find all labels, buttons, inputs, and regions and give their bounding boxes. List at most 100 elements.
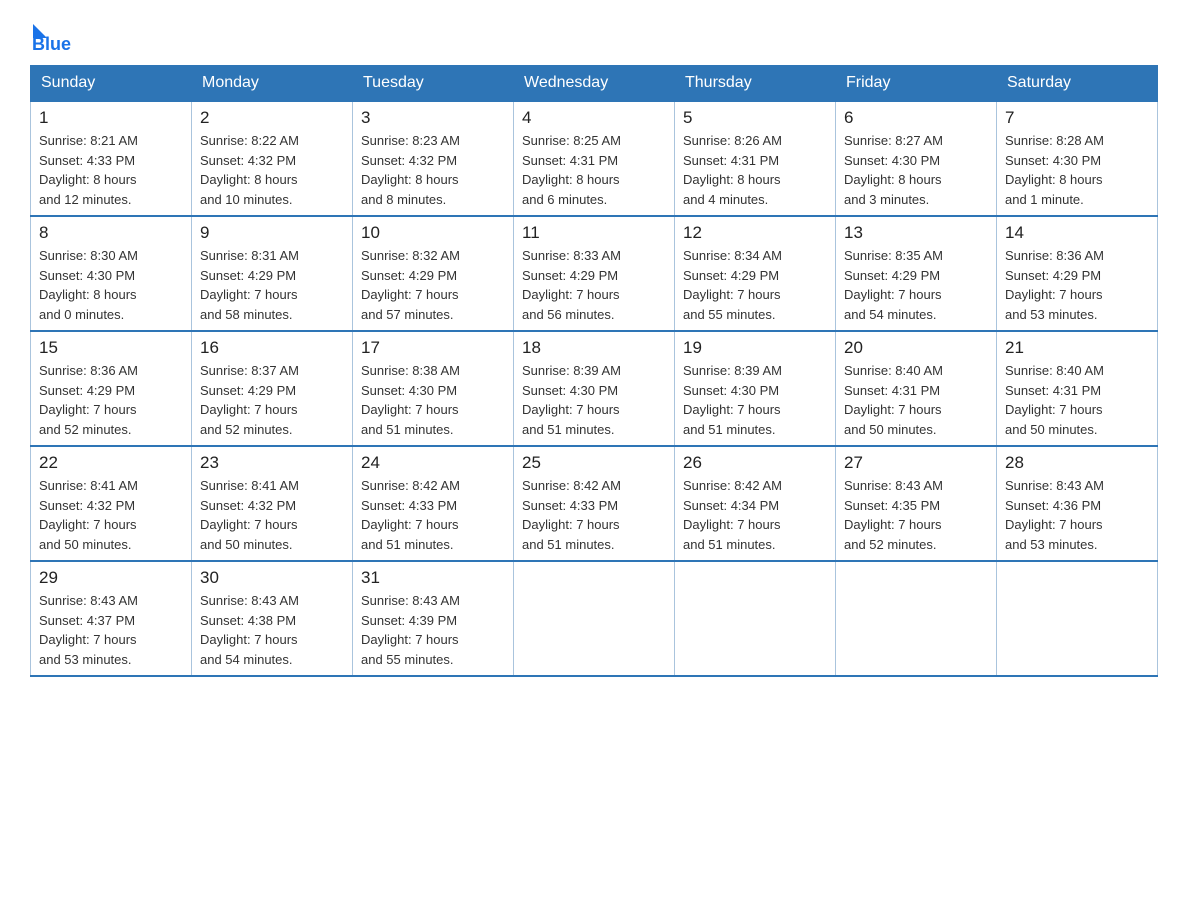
day-info: Sunrise: 8:42 AMSunset: 4:33 PMDaylight:… [361, 476, 505, 554]
calendar-week-row: 22 Sunrise: 8:41 AMSunset: 4:32 PMDaylig… [31, 446, 1158, 561]
calendar-cell: 11 Sunrise: 8:33 AMSunset: 4:29 PMDaylig… [514, 216, 675, 331]
day-info: Sunrise: 8:38 AMSunset: 4:30 PMDaylight:… [361, 361, 505, 439]
day-number: 27 [844, 453, 988, 473]
day-number: 25 [522, 453, 666, 473]
day-number: 5 [683, 108, 827, 128]
day-number: 4 [522, 108, 666, 128]
day-info: Sunrise: 8:31 AMSunset: 4:29 PMDaylight:… [200, 246, 344, 324]
day-info: Sunrise: 8:43 AMSunset: 4:37 PMDaylight:… [39, 591, 183, 669]
day-number: 10 [361, 223, 505, 243]
day-info: Sunrise: 8:40 AMSunset: 4:31 PMDaylight:… [844, 361, 988, 439]
calendar-cell: 31 Sunrise: 8:43 AMSunset: 4:39 PMDaylig… [353, 561, 514, 676]
day-number: 1 [39, 108, 183, 128]
header-wednesday: Wednesday [514, 66, 675, 102]
day-info: Sunrise: 8:32 AMSunset: 4:29 PMDaylight:… [361, 246, 505, 324]
day-info: Sunrise: 8:21 AMSunset: 4:33 PMDaylight:… [39, 131, 183, 209]
calendar-cell: 9 Sunrise: 8:31 AMSunset: 4:29 PMDayligh… [192, 216, 353, 331]
logo-underline: Blue [32, 34, 71, 55]
calendar-cell: 6 Sunrise: 8:27 AMSunset: 4:30 PMDayligh… [836, 101, 997, 216]
day-info: Sunrise: 8:42 AMSunset: 4:33 PMDaylight:… [522, 476, 666, 554]
day-number: 16 [200, 338, 344, 358]
calendar-week-row: 8 Sunrise: 8:30 AMSunset: 4:30 PMDayligh… [31, 216, 1158, 331]
calendar-cell [997, 561, 1158, 676]
calendar-cell: 7 Sunrise: 8:28 AMSunset: 4:30 PMDayligh… [997, 101, 1158, 216]
day-info: Sunrise: 8:39 AMSunset: 4:30 PMDaylight:… [522, 361, 666, 439]
day-info: Sunrise: 8:28 AMSunset: 4:30 PMDaylight:… [1005, 131, 1149, 209]
day-number: 17 [361, 338, 505, 358]
calendar-cell: 18 Sunrise: 8:39 AMSunset: 4:30 PMDaylig… [514, 331, 675, 446]
header-sunday: Sunday [31, 66, 192, 102]
header-saturday: Saturday [997, 66, 1158, 102]
day-info: Sunrise: 8:41 AMSunset: 4:32 PMDaylight:… [200, 476, 344, 554]
logo: Blue [30, 20, 71, 55]
day-number: 13 [844, 223, 988, 243]
day-info: Sunrise: 8:43 AMSunset: 4:38 PMDaylight:… [200, 591, 344, 669]
day-number: 29 [39, 568, 183, 588]
calendar-cell: 13 Sunrise: 8:35 AMSunset: 4:29 PMDaylig… [836, 216, 997, 331]
calendar-week-row: 29 Sunrise: 8:43 AMSunset: 4:37 PMDaylig… [31, 561, 1158, 676]
day-info: Sunrise: 8:26 AMSunset: 4:31 PMDaylight:… [683, 131, 827, 209]
day-number: 20 [844, 338, 988, 358]
page-header: Blue [30, 20, 1158, 55]
calendar-cell: 8 Sunrise: 8:30 AMSunset: 4:30 PMDayligh… [31, 216, 192, 331]
day-number: 26 [683, 453, 827, 473]
calendar-cell: 24 Sunrise: 8:42 AMSunset: 4:33 PMDaylig… [353, 446, 514, 561]
calendar-cell [514, 561, 675, 676]
day-number: 2 [200, 108, 344, 128]
calendar-cell: 26 Sunrise: 8:42 AMSunset: 4:34 PMDaylig… [675, 446, 836, 561]
day-number: 9 [200, 223, 344, 243]
day-info: Sunrise: 8:43 AMSunset: 4:35 PMDaylight:… [844, 476, 988, 554]
day-info: Sunrise: 8:37 AMSunset: 4:29 PMDaylight:… [200, 361, 344, 439]
calendar-cell: 5 Sunrise: 8:26 AMSunset: 4:31 PMDayligh… [675, 101, 836, 216]
day-number: 15 [39, 338, 183, 358]
day-info: Sunrise: 8:43 AMSunset: 4:39 PMDaylight:… [361, 591, 505, 669]
day-info: Sunrise: 8:25 AMSunset: 4:31 PMDaylight:… [522, 131, 666, 209]
day-info: Sunrise: 8:35 AMSunset: 4:29 PMDaylight:… [844, 246, 988, 324]
day-number: 18 [522, 338, 666, 358]
day-info: Sunrise: 8:36 AMSunset: 4:29 PMDaylight:… [1005, 246, 1149, 324]
day-number: 6 [844, 108, 988, 128]
calendar-cell: 16 Sunrise: 8:37 AMSunset: 4:29 PMDaylig… [192, 331, 353, 446]
day-info: Sunrise: 8:22 AMSunset: 4:32 PMDaylight:… [200, 131, 344, 209]
day-info: Sunrise: 8:39 AMSunset: 4:30 PMDaylight:… [683, 361, 827, 439]
day-info: Sunrise: 8:30 AMSunset: 4:30 PMDaylight:… [39, 246, 183, 324]
day-number: 24 [361, 453, 505, 473]
day-info: Sunrise: 8:34 AMSunset: 4:29 PMDaylight:… [683, 246, 827, 324]
header-thursday: Thursday [675, 66, 836, 102]
calendar-week-row: 15 Sunrise: 8:36 AMSunset: 4:29 PMDaylig… [31, 331, 1158, 446]
day-info: Sunrise: 8:36 AMSunset: 4:29 PMDaylight:… [39, 361, 183, 439]
header-tuesday: Tuesday [353, 66, 514, 102]
calendar-cell: 27 Sunrise: 8:43 AMSunset: 4:35 PMDaylig… [836, 446, 997, 561]
calendar-cell: 21 Sunrise: 8:40 AMSunset: 4:31 PMDaylig… [997, 331, 1158, 446]
calendar-cell: 14 Sunrise: 8:36 AMSunset: 4:29 PMDaylig… [997, 216, 1158, 331]
header-friday: Friday [836, 66, 997, 102]
calendar-cell: 25 Sunrise: 8:42 AMSunset: 4:33 PMDaylig… [514, 446, 675, 561]
day-number: 11 [522, 223, 666, 243]
header-monday: Monday [192, 66, 353, 102]
calendar-cell: 2 Sunrise: 8:22 AMSunset: 4:32 PMDayligh… [192, 101, 353, 216]
calendar-cell: 29 Sunrise: 8:43 AMSunset: 4:37 PMDaylig… [31, 561, 192, 676]
calendar-cell: 22 Sunrise: 8:41 AMSunset: 4:32 PMDaylig… [31, 446, 192, 561]
calendar-cell [675, 561, 836, 676]
day-number: 19 [683, 338, 827, 358]
calendar-cell: 28 Sunrise: 8:43 AMSunset: 4:36 PMDaylig… [997, 446, 1158, 561]
day-number: 22 [39, 453, 183, 473]
calendar-table: SundayMondayTuesdayWednesdayThursdayFrid… [30, 65, 1158, 677]
day-number: 14 [1005, 223, 1149, 243]
day-info: Sunrise: 8:40 AMSunset: 4:31 PMDaylight:… [1005, 361, 1149, 439]
calendar-week-row: 1 Sunrise: 8:21 AMSunset: 4:33 PMDayligh… [31, 101, 1158, 216]
day-info: Sunrise: 8:42 AMSunset: 4:34 PMDaylight:… [683, 476, 827, 554]
calendar-cell: 23 Sunrise: 8:41 AMSunset: 4:32 PMDaylig… [192, 446, 353, 561]
day-number: 7 [1005, 108, 1149, 128]
calendar-cell: 15 Sunrise: 8:36 AMSunset: 4:29 PMDaylig… [31, 331, 192, 446]
calendar-cell: 19 Sunrise: 8:39 AMSunset: 4:30 PMDaylig… [675, 331, 836, 446]
calendar-cell: 1 Sunrise: 8:21 AMSunset: 4:33 PMDayligh… [31, 101, 192, 216]
calendar-cell: 17 Sunrise: 8:38 AMSunset: 4:30 PMDaylig… [353, 331, 514, 446]
calendar-header-row: SundayMondayTuesdayWednesdayThursdayFrid… [31, 66, 1158, 102]
calendar-cell: 30 Sunrise: 8:43 AMSunset: 4:38 PMDaylig… [192, 561, 353, 676]
day-number: 21 [1005, 338, 1149, 358]
day-info: Sunrise: 8:41 AMSunset: 4:32 PMDaylight:… [39, 476, 183, 554]
calendar-cell [836, 561, 997, 676]
day-number: 23 [200, 453, 344, 473]
calendar-cell: 4 Sunrise: 8:25 AMSunset: 4:31 PMDayligh… [514, 101, 675, 216]
